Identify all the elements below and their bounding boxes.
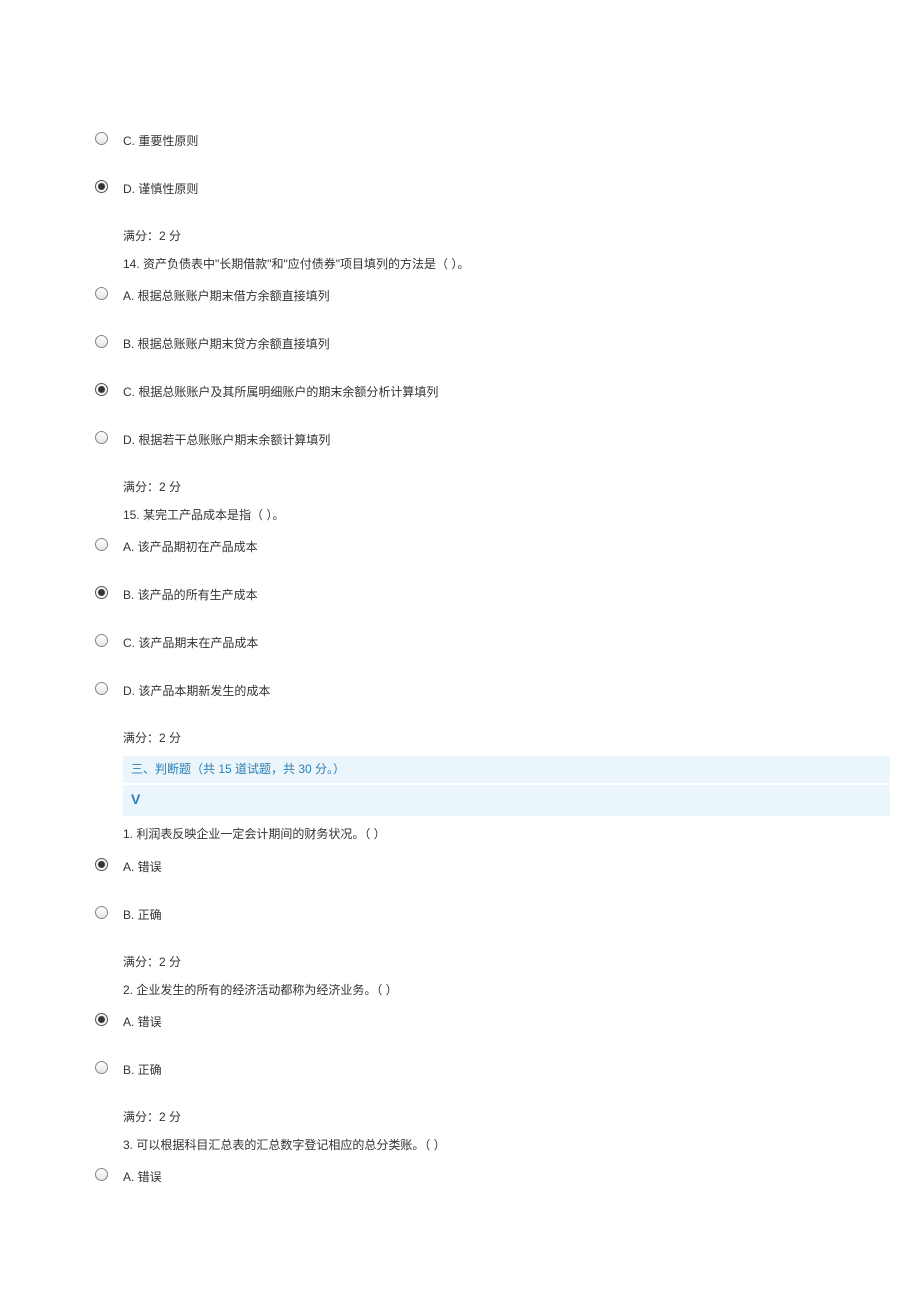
score-label: 满分：2 分: [123, 728, 890, 750]
radio-selected-icon[interactable]: [95, 586, 108, 599]
score-label: 满分：2 分: [123, 1107, 890, 1129]
q14-option-c: C. 根据总账账户及其所属明细账户的期末余额分析计算填列: [95, 381, 890, 401]
option-label: A. 错误: [123, 1011, 162, 1031]
quiz-content: C. 重要性原则 D. 谨慎性原则 满分：2 分 14. 资产负债表中"长期借款…: [0, 130, 920, 1186]
radio-icon[interactable]: [95, 1061, 108, 1074]
radio-icon[interactable]: [95, 287, 108, 300]
q15-prompt: 15. 某完工产品成本是指（ ）。: [123, 505, 890, 527]
radio-selected-icon[interactable]: [95, 858, 108, 871]
j2-prompt: 2. 企业发生的所有的经济活动都称为经济业务。（ ）: [123, 980, 890, 1002]
option-label: B. 该产品的所有生产成本: [123, 584, 258, 604]
q13-option-d: D. 谨慎性原则: [95, 178, 890, 198]
q15-option-c: C. 该产品期末在产品成本: [95, 632, 890, 652]
radio-icon[interactable]: [95, 132, 108, 145]
q14-footer: 满分：2 分 15. 某完工产品成本是指（ ）。: [123, 477, 890, 526]
radio-icon[interactable]: [95, 431, 108, 444]
option-label: B. 正确: [123, 1059, 162, 1079]
q15-footer: 满分：2 分 三、判断题（共 15 道试题，共 30 分。） V 1. 利润表反…: [123, 728, 890, 846]
score-label: 满分：2 分: [123, 226, 890, 248]
section-3-sub: V: [123, 785, 890, 816]
j3-prompt: 3. 可以根据科目汇总表的汇总数字登记相应的总分类账。（ ）: [123, 1135, 890, 1157]
option-label: D. 根据若干总账账户期末余额计算填列: [123, 429, 330, 449]
option-label: C. 重要性原则: [123, 130, 198, 150]
radio-icon[interactable]: [95, 1168, 108, 1181]
option-label: A. 错误: [123, 1166, 162, 1186]
j1-prompt: 1. 利润表反映企业一定会计期间的财务状况。（ ）: [123, 824, 890, 846]
radio-icon[interactable]: [95, 906, 108, 919]
option-label: A. 该产品期初在产品成本: [123, 536, 258, 556]
j1-option-b: B. 正确: [95, 904, 890, 924]
q15-option-d: D. 该产品本期新发生的成本: [95, 680, 890, 700]
q14-prompt: 14. 资产负债表中"长期借款"和"应付债券"项目填列的方法是（ ）。: [123, 254, 890, 276]
j2-footer: 满分：2 分 3. 可以根据科目汇总表的汇总数字登记相应的总分类账。（ ）: [123, 1107, 890, 1156]
option-label: D. 谨慎性原则: [123, 178, 198, 198]
radio-icon[interactable]: [95, 682, 108, 695]
radio-icon[interactable]: [95, 634, 108, 647]
j1-option-a: A. 错误: [95, 856, 890, 876]
option-label: A. 根据总账账户期末借方余额直接填列: [123, 285, 330, 305]
j3-option-a: A. 错误: [95, 1166, 890, 1186]
q14-option-a: A. 根据总账账户期末借方余额直接填列: [95, 285, 890, 305]
q13-option-c: C. 重要性原则: [95, 130, 890, 150]
j2-option-a: A. 错误: [95, 1011, 890, 1031]
section-3-title: 三、判断题（共 15 道试题，共 30 分。）: [123, 756, 890, 783]
radio-icon[interactable]: [95, 335, 108, 348]
score-label: 满分：2 分: [123, 477, 890, 499]
radio-selected-icon[interactable]: [95, 180, 108, 193]
option-label: D. 该产品本期新发生的成本: [123, 680, 270, 700]
radio-icon[interactable]: [95, 538, 108, 551]
q15-option-a: A. 该产品期初在产品成本: [95, 536, 890, 556]
radio-selected-icon[interactable]: [95, 383, 108, 396]
q13-footer: 满分：2 分 14. 资产负债表中"长期借款"和"应付债券"项目填列的方法是（ …: [123, 226, 890, 275]
q14-option-b: B. 根据总账账户期末贷方余额直接填列: [95, 333, 890, 353]
q15-option-b: B. 该产品的所有生产成本: [95, 584, 890, 604]
option-label: C. 根据总账账户及其所属明细账户的期末余额分析计算填列: [123, 381, 438, 401]
score-label: 满分：2 分: [123, 952, 890, 974]
option-label: A. 错误: [123, 856, 162, 876]
radio-selected-icon[interactable]: [95, 1013, 108, 1026]
j1-footer: 满分：2 分 2. 企业发生的所有的经济活动都称为经济业务。（ ）: [123, 952, 890, 1001]
option-label: B. 根据总账账户期末贷方余额直接填列: [123, 333, 330, 353]
option-label: B. 正确: [123, 904, 162, 924]
j2-option-b: B. 正确: [95, 1059, 890, 1079]
option-label: C. 该产品期末在产品成本: [123, 632, 258, 652]
q14-option-d: D. 根据若干总账账户期末余额计算填列: [95, 429, 890, 449]
